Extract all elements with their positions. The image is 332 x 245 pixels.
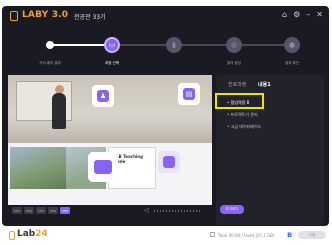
lab24-logo-icon [9,231,15,240]
step-4-button[interactable]: ◍ [226,37,242,53]
channel-button-1[interactable]: CH1 [12,207,22,214]
stepper-track-done [46,44,112,46]
step-4-label: 질의 응답 [227,61,241,65]
footer-logo: Lab24 [17,229,48,239]
tab-content[interactable]: 내용1 [258,81,271,88]
minimize-icon[interactable]: – [306,10,310,20]
list-item[interactable]: • 프로젝트기 관리 [224,109,320,121]
step-3-button[interactable]: ▮ [166,37,182,53]
title-bar: LABY 3.0 전공관 33기 ⌂ ⚙ – ✕ [2,6,329,26]
step-5-icon: ● [288,41,296,49]
step-2-button[interactable]: ▭ [104,37,120,53]
home-icon[interactable]: ⌂ [282,10,287,20]
next-button[interactable]: 다음 [298,231,326,239]
book-app-icon: ▤ [178,83,200,105]
channel-button-5[interactable]: CH5 [60,207,70,214]
step-2-icon: ▭ [108,41,116,49]
campus-photo [10,147,66,189]
presenter-app-icon: ♟ [92,85,114,107]
window-controls: ⌂ ⚙ – ✕ [282,10,323,20]
app-logo-text: LABY 3.0 [22,10,69,20]
step-4-icon: ◍ [230,41,238,49]
step-2-label: 과정 선택 [105,61,119,65]
tab-course[interactable]: 진로과정 [228,81,246,88]
list-item[interactable]: • 고급 데이터베이스 [224,121,320,133]
bluetooth-icon[interactable]: ʙ [287,230,292,239]
channel-button-2[interactable]: CH2 [24,207,34,214]
volume-icon[interactable]: ◁ [144,207,149,214]
add-button[interactable]: 추가하기 [220,205,244,214]
course-title: 전공관 33기 [74,14,106,21]
laby-logo-icon [10,11,18,21]
footer-logo-text: Lab [17,229,36,239]
footer: Lab24 Total 00:00 / Used 2(5.1 GB) ʙ 다음 [0,227,332,245]
side-tabs: 진로과정 내용1 [216,81,324,91]
status-checkbox[interactable] [210,232,215,237]
chat-app-icon [158,151,180,173]
slide-card-title: LAB Teaching Mode [113,154,143,164]
channel-button-3[interactable]: CH3 [36,207,46,214]
gear-icon[interactable]: ⚙ [293,10,300,20]
video-preview[interactable]: ♟ ▤ LAB Teaching Mode [8,75,212,205]
channel-button-4[interactable]: CH4 [48,207,58,214]
screen-share-icon [88,152,118,182]
main-shell: LABY 3.0 전공관 33기 ⌂ ⚙ – ✕ ▭ ▮ ◍ ● 자리 배치 결… [2,6,329,226]
presenter [52,93,66,129]
app-window: LABY 3.0 전공관 33기 ⌂ ⚙ – ✕ ▭ ▮ ◍ ● 자리 배치 결… [0,0,332,245]
step-1-label: 자리 배치 결과 [39,61,61,65]
video-controls: CH1 CH2 CH3 CH4 CH5 ◁ [8,206,212,216]
progress-stepper: ▭ ▮ ◍ ● 자리 배치 결과 과정 선택 질의 응답 결과 확인 [2,28,329,74]
camera-feed: ♟ ▤ [8,75,212,143]
step-3-icon: ▮ [172,41,176,49]
session-time: Total 00:00 / Used 2(5.1 GB) [218,233,275,238]
step-1-dot[interactable] [46,41,54,49]
highlight-box [215,93,264,109]
step-5-button[interactable]: ● [284,37,300,53]
volume-slider[interactable] [154,210,202,212]
step-5-label: 결과 확인 [285,61,299,65]
close-icon[interactable]: ✕ [316,10,323,20]
footer-logo-accent: 24 [35,229,48,239]
